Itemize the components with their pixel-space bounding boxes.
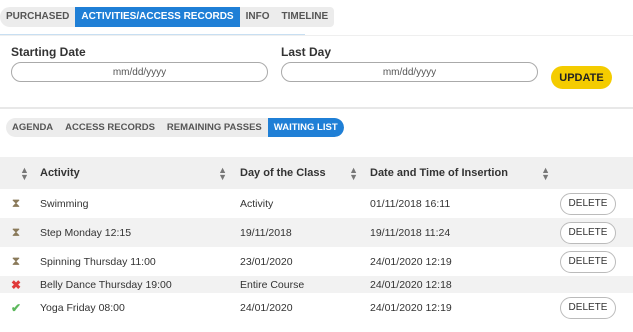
sort-icon: ▲ ▼ [20,165,29,182]
delete-button[interactable]: DELETE [560,221,616,244]
delete-button[interactable]: DELETE [560,296,616,319]
last-day-input[interactable] [281,62,538,82]
table-row: ✖ Belly Dance Thursday 19:00 Entire Cour… [0,276,633,293]
cell-activity: Step Monday 12:15 [40,218,240,247]
tab-timeline[interactable]: TIMELINE [275,7,334,27]
cell-activity: Yoga Friday 08:00 [40,301,125,314]
cell-day: 24/01/2020 [240,301,293,314]
starting-date-label: Starting Date [11,45,86,59]
table-row: ⧗ Step Monday 12:15 19/11/2018 19/11/201… [0,218,633,247]
sub-tab-bar: AGENDA ACCESS RECORDS REMAINING PASSES W… [6,118,344,137]
check-icon: ✔ [10,300,22,315]
hourglass-icon: ⧗ [11,225,21,239]
header-day-label: Day of the Class [240,167,326,179]
header-actions [560,157,633,189]
tab-remaining-passes[interactable]: REMAINING PASSES [161,118,268,137]
cell-inserted: 24/01/2020 12:18 [370,276,560,293]
tab-activities-access-records[interactable]: ACTIVITIES/ACCESS RECORDS [75,7,240,27]
delete-button[interactable]: DELETE [560,192,616,215]
cell-day: 19/11/2018 [240,218,370,247]
cell-inserted: 24/01/2020 12:19 [370,301,452,314]
cell-inserted: 19/11/2018 11:24 [370,218,560,247]
cell-day: 23/01/2020 [240,255,293,268]
update-button[interactable]: UPDATE [551,66,612,89]
header-status-sort[interactable]: ▲ ▼ [0,157,40,189]
waiting-list-table: ▲ ▼ Activity ▲ ▼ Day of the Class ▲ ▼ Date an… [0,157,633,322]
table-row: ✔ Yoga Friday 08:00 24/01/2020 24/01/202… [0,293,633,322]
header-activity-label: Activity [40,167,80,179]
cross-icon: ✖ [10,277,22,292]
top-tab-underline [0,34,305,35]
tab-access-records[interactable]: ACCESS RECORDS [59,118,161,137]
last-day-label: Last Day [281,45,332,59]
sort-icon: ▲ ▼ [349,165,358,182]
starting-date-input[interactable] [11,62,268,82]
tab-waiting-list[interactable]: WAITING LIST [267,118,344,137]
cell-day: Activity [240,197,274,210]
delete-button[interactable]: DELETE [560,250,616,273]
tab-agenda[interactable]: AGENDA [6,118,59,137]
header-activity[interactable]: Activity ▲ ▼ [40,157,240,189]
hourglass-icon: ⧗ [11,196,21,210]
cell-activity: Belly Dance Thursday 19:00 [40,276,240,293]
sort-icon: ▲ ▼ [218,165,227,182]
tab-purchased[interactable]: PURCHASED [0,7,75,27]
cell-inserted: 01/11/2018 16:11 [370,197,451,210]
cell-day: Entire Course [240,276,370,293]
top-tab-bar: PURCHASED ACTIVITIES/ACCESS RECORDS INFO… [0,7,335,27]
header-day-of-class[interactable]: Day of the Class ▲ ▼ [240,157,370,189]
table-row: ⧗ Swimming Activity 01/11/2018 16:11 DEL… [0,189,633,218]
tab-info[interactable]: INFO [240,7,276,27]
cell-activity: Spinning Thursday 11:00 [40,255,156,268]
cell-activity: Swimming [40,197,89,210]
header-insertion[interactable]: Date and Time of Insertion ▲ ▼ [370,157,560,189]
hourglass-icon: ⧗ [11,254,21,268]
cell-inserted: 24/01/2020 12:19 [370,255,452,268]
top-section-border [0,35,633,36]
table-row: ⧗ Spinning Thursday 11:00 23/01/2020 24/… [0,247,633,276]
sort-icon: ▲ ▼ [541,165,550,182]
table-header-row: ▲ ▼ Activity ▲ ▼ Day of the Class ▲ ▼ Date an… [0,157,633,189]
header-insertion-label: Date and Time of Insertion [370,167,508,179]
section-divider [0,107,633,109]
